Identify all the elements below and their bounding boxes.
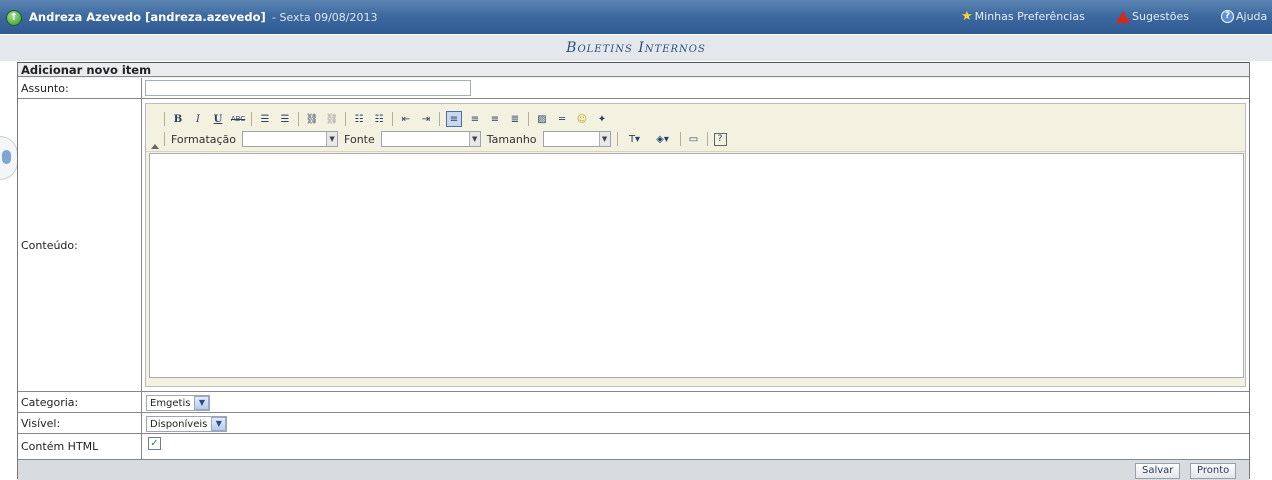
subject-row: Assunto:	[18, 78, 1249, 99]
html-label: Contém HTML	[18, 434, 142, 459]
numbered-list-icon[interactable]: ☰	[258, 112, 272, 126]
unlink-icon[interactable]: ⛓	[325, 112, 339, 126]
source-view-icon[interactable]: ▭	[687, 132, 701, 146]
chevron-down-icon: ▼	[194, 396, 210, 410]
suggestions-link[interactable]: Sugestões	[1116, 10, 1189, 23]
content-editor-area[interactable]	[149, 153, 1244, 378]
unordered-list-icon[interactable]: ☷	[372, 112, 386, 126]
html-checkbox[interactable]: ✓	[148, 437, 161, 450]
category-value: Emgetis	[150, 397, 191, 409]
chevron-down-icon: ▼	[211, 417, 227, 431]
html-row: Contém HTML ✓	[18, 434, 1249, 459]
help-link[interactable]: ? Ajuda	[1221, 10, 1267, 23]
background-color-icon[interactable]: ◈▾	[652, 132, 674, 146]
new-item-form: Adicionar novo item Assunto: Conteúdo: B…	[17, 62, 1250, 480]
content-label: Conteúdo:	[18, 99, 142, 391]
bold-button[interactable]: B	[171, 112, 185, 126]
font-label: Fonte	[344, 132, 375, 146]
preferences-link[interactable]: ★ Minhas Preferências	[961, 10, 1085, 23]
underline-button[interactable]: U	[211, 112, 225, 126]
visible-value: Disponíveis	[150, 418, 208, 430]
visible-select[interactable]: Disponíveis ▼	[146, 416, 228, 432]
font-select[interactable]: ▼	[380, 131, 481, 147]
align-justify-icon[interactable]: ≣	[508, 112, 522, 126]
special-char-icon[interactable]: ✦	[595, 112, 609, 126]
suggestions-label: Sugestões	[1132, 10, 1189, 23]
category-label: Categoria:	[18, 392, 142, 412]
dropdown-arrow-icon: ▼	[326, 132, 338, 146]
align-left-icon[interactable]: ≡	[446, 111, 462, 127]
resize-icon[interactable]	[151, 144, 159, 149]
ordered-list-icon[interactable]: ☷	[352, 112, 366, 126]
align-right-icon[interactable]: ≡	[488, 112, 502, 126]
align-center-icon[interactable]: ≡	[468, 112, 482, 126]
warning-icon	[1116, 10, 1130, 23]
side-panel-toggle[interactable]	[0, 136, 18, 180]
current-date: - Sexta 09/08/2013	[272, 11, 378, 24]
outdent-icon[interactable]: ⇤	[399, 112, 413, 126]
rich-text-editor: B I U ABC ☰ ☰ ⛓ ⛓ ☷ ☷ ⇤ ⇥ ≡ ≡ ≡ ≣ ▨ ═ ☺ …	[145, 103, 1246, 387]
dropdown-arrow-icon: ▼	[468, 132, 480, 146]
page-title: Boletins Internos	[0, 35, 1272, 61]
bullet-list-icon[interactable]: ☰	[278, 112, 292, 126]
preferences-label: Minhas Preferências	[974, 10, 1085, 23]
help-label: Ajuda	[1236, 10, 1268, 23]
visible-label: Visível:	[18, 413, 142, 433]
category-row: Categoria: Emgetis ▼	[18, 392, 1249, 413]
save-button[interactable]: Salvar	[1135, 463, 1181, 479]
text-color-icon[interactable]: T▾	[624, 132, 646, 146]
category-select[interactable]: Emgetis ▼	[146, 395, 211, 411]
smiley-icon[interactable]: ☺	[575, 112, 589, 126]
subject-input[interactable]	[145, 80, 471, 96]
indent-icon[interactable]: ⇥	[419, 112, 433, 126]
size-select[interactable]: ▼	[542, 131, 611, 147]
form-footer: Salvar Pronto	[18, 459, 1249, 480]
size-label: Tamanho	[486, 132, 537, 146]
form-header: Adicionar novo item	[18, 62, 1249, 77]
arrow-icon	[2, 150, 11, 164]
help-icon: ?	[1221, 10, 1234, 23]
subject-label: Assunto:	[18, 78, 142, 98]
dropdown-arrow-icon: ▼	[598, 132, 610, 146]
content-row: Conteúdo: B I U ABC ☰ ☰ ⛓ ⛓ ☷ ☷ ⇤ ⇥ ≡ ≡ …	[18, 99, 1249, 392]
visible-row: Visível: Disponíveis ▼	[18, 413, 1249, 434]
horizontal-rule-icon[interactable]: ═	[555, 112, 569, 126]
format-label: Formatação	[171, 132, 237, 146]
format-select[interactable]: ▼	[242, 131, 339, 147]
done-button[interactable]: Pronto	[1190, 463, 1237, 479]
image-icon[interactable]: ▨	[535, 112, 549, 126]
home-icon[interactable]: ↑	[6, 10, 22, 26]
editor-toolbar: B I U ABC ☰ ☰ ⛓ ⛓ ☷ ☷ ⇤ ⇥ ≡ ≡ ≡ ≣ ▨ ═ ☺ …	[146, 104, 1245, 152]
editor-help-icon[interactable]: ?	[713, 132, 727, 146]
user-name: Andreza Azevedo [andreza.azevedo]	[29, 10, 266, 24]
star-icon: ★	[961, 9, 973, 24]
strikethrough-button[interactable]: ABC	[231, 112, 245, 126]
link-icon[interactable]: ⛓	[305, 112, 319, 126]
italic-button[interactable]: I	[191, 112, 205, 126]
top-bar: ↑ Andreza Azevedo [andreza.azevedo] - Se…	[0, 0, 1272, 34]
